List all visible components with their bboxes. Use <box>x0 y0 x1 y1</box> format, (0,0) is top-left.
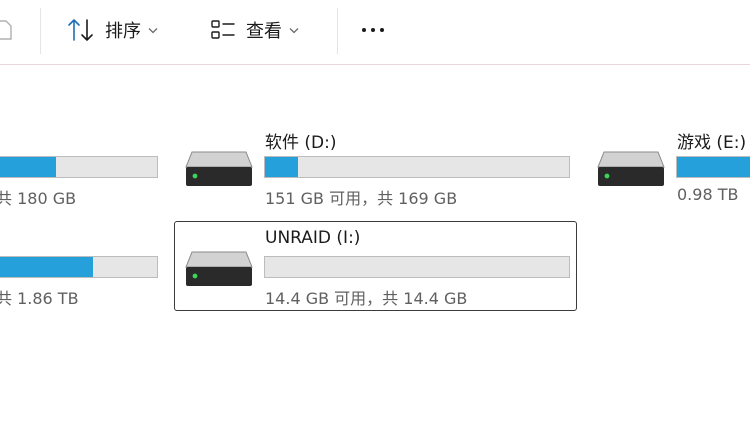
partial-icon[interactable] <box>0 18 16 42</box>
command-bar: 排序 查看 <box>0 0 750 65</box>
drive-name: 软件 (D:) <box>265 133 337 153</box>
sort-arrows-icon <box>68 19 93 41</box>
drive-usage-bar <box>264 156 570 178</box>
drive-name: UNRAID (I:) <box>265 228 361 248</box>
hard-drive-icon <box>185 251 253 286</box>
drive-usage-fill <box>0 157 57 177</box>
sort-label: 排序 <box>105 21 141 42</box>
view-label: 查看 <box>246 21 282 42</box>
hard-drive-icon <box>185 151 253 186</box>
more-options-button[interactable] <box>362 28 384 32</box>
drive-usage-bar <box>676 156 750 178</box>
view-button[interactable]: 查看 <box>209 14 299 46</box>
drive-name: 游戏 (E:) <box>677 133 747 153</box>
drive-usage-bar <box>0 256 158 278</box>
drive-capacity-text: 14.4 GB 可用，共 14.4 GB <box>265 289 468 308</box>
drive-capacity-text: 共 180 GB <box>0 189 77 208</box>
file-explorer-window: 排序 查看 共 180 GB 软件 (D:) 151 GB 可用，共 169 G… <box>0 0 750 422</box>
drive-capacity-text: 共 1.86 TB <box>0 289 79 308</box>
sort-button[interactable]: 排序 <box>66 14 158 46</box>
chevron-down-icon <box>289 27 299 34</box>
list-view-icon <box>211 20 235 39</box>
drive-usage-fill <box>0 257 93 277</box>
hard-drive-icon <box>597 151 665 186</box>
drive-usage-fill <box>265 157 299 177</box>
more-horizontal-icon <box>362 28 366 32</box>
drive-usage-fill <box>677 157 750 177</box>
drive-capacity-text: 151 GB 可用，共 169 GB <box>265 189 458 208</box>
chevron-down-icon <box>148 27 158 34</box>
toolbar-divider <box>40 8 41 54</box>
drive-capacity-text: 0.98 TB <box>677 185 739 204</box>
toolbar-divider <box>337 8 338 54</box>
drive-usage-bar <box>0 156 158 178</box>
drive-usage-bar <box>264 256 570 278</box>
